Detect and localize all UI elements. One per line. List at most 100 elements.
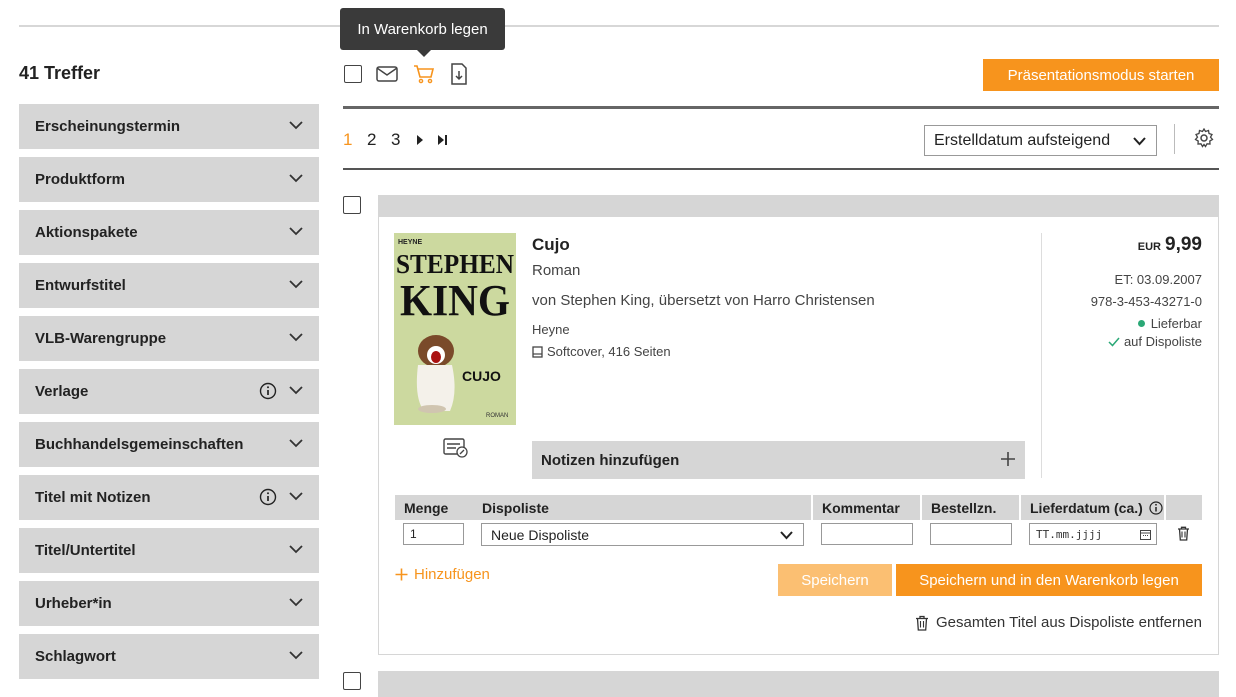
quantity-input[interactable]: 1 [403, 523, 464, 545]
col-header-bestellnr: Bestellzn. [922, 495, 1019, 520]
toolbar-divider [343, 106, 1219, 109]
add-notes-label: Notizen hinzufügen [541, 451, 680, 469]
next-item-checkbox[interactable] [343, 672, 361, 690]
detail-divider [1041, 233, 1042, 478]
next-page-icon[interactable] [415, 133, 425, 149]
price-value: 9,99 [1165, 234, 1202, 255]
save-and-cart-button[interactable]: Speichern und in den Warenkorb legen [896, 564, 1202, 596]
page-2-link[interactable]: 2 [367, 130, 376, 150]
sort-separator [1174, 124, 1175, 154]
book-cover-image[interactable]: HEYNE STEPHEN KING CUJO ROMAN [394, 233, 516, 425]
remove-title-label: Gesamten Titel aus Dispoliste entfernen [936, 614, 1202, 631]
chevron-down-icon [289, 598, 303, 607]
dispo-status-text: auf Dispoliste [1123, 334, 1202, 349]
availability-status: Lieferbar [1137, 316, 1202, 331]
facet-label: Titel mit Notizen [35, 489, 151, 506]
settings-gear-icon[interactable] [1194, 127, 1214, 151]
tooltip-text: In Warenkorb legen [357, 20, 488, 38]
cart-tooltip: In Warenkorb legen [340, 8, 505, 57]
next-item-header [378, 671, 1219, 697]
chevron-down-icon [289, 227, 303, 236]
chevron-down-icon [289, 492, 303, 501]
save-and-cart-label: Speichern und in den Warenkorb legen [919, 571, 1179, 589]
last-page-icon[interactable] [437, 133, 449, 149]
facet-label: Urheber*in [35, 595, 112, 612]
cart-icon[interactable] [413, 63, 435, 85]
add-row-button[interactable]: Hinzufügen [395, 566, 490, 583]
facet-label: Aktionspakete [35, 224, 138, 241]
item-format: Softcover, 416 Seiten [532, 344, 671, 359]
facet-buchhandelsgemeinschaften[interactable]: Buchhandelsgemeinschaften [19, 422, 319, 467]
mail-icon[interactable] [376, 63, 398, 85]
add-row-label: Hinzufügen [414, 566, 490, 583]
info-icon[interactable] [1149, 500, 1163, 515]
sort-selected-value: Erstelldatum aufsteigend [934, 131, 1111, 149]
facet-titel-mit-notizen[interactable]: Titel mit Notizen [19, 475, 319, 520]
facet-label: Entwurfstitel [35, 277, 126, 294]
comment-input[interactable] [821, 523, 913, 545]
plus-icon [1001, 452, 1015, 466]
dispoliste-select[interactable]: Neue Dispoliste [481, 523, 804, 546]
remove-title-button[interactable]: Gesamten Titel aus Dispoliste entfernen [915, 614, 1202, 631]
chevron-down-icon [289, 174, 303, 183]
facet-entwurfstitel[interactable]: Entwurfstitel [19, 263, 319, 308]
delete-row-icon[interactable] [1177, 526, 1190, 544]
save-label: Speichern [801, 571, 869, 589]
item-publisher: Heyne [532, 322, 570, 337]
check-icon [1108, 337, 1120, 347]
item-price: EUR 9,99 [1138, 234, 1202, 256]
item-authors: von Stephen King, übersetzt von Harro Ch… [532, 292, 875, 309]
sort-select[interactable]: Erstelldatum aufsteigend [924, 125, 1157, 156]
delivery-date-placeholder: TT.mm.jjjj [1036, 527, 1103, 541]
facet-label: Buchhandelsgemeinschaften [35, 436, 244, 453]
release-date: ET: 03.09.2007 [1114, 272, 1202, 287]
info-icon[interactable] [259, 382, 277, 400]
chevron-down-icon [289, 651, 303, 660]
item-subtitle: Roman [532, 262, 581, 279]
page-3-link[interactable]: 3 [391, 130, 400, 150]
price-currency: EUR [1137, 241, 1162, 253]
plus-icon [395, 568, 408, 581]
dispoliste-selected: Neue Dispoliste [491, 526, 590, 543]
delivery-date-input[interactable]: TT.mm.jjjj [1029, 523, 1157, 545]
facet-label: VLB-Warengruppe [35, 330, 167, 347]
chevron-down-icon [780, 531, 793, 540]
facet-aktionspakete[interactable]: Aktionspakete [19, 210, 319, 255]
chevron-down-icon [289, 545, 303, 554]
page-1-link[interactable]: 1 [343, 130, 352, 150]
save-button[interactable]: Speichern [778, 564, 892, 596]
availability-text: Lieferbar [1150, 316, 1202, 331]
facet-produktform[interactable]: Produktform [19, 157, 319, 202]
calendar-icon[interactable] [1140, 529, 1151, 540]
chevron-down-icon [289, 280, 303, 289]
col-header-actions [1166, 495, 1202, 520]
add-notes-panel[interactable]: Notizen hinzufügen [532, 441, 1025, 479]
edit-card-icon[interactable] [443, 438, 468, 461]
col-header-menge: Menge [395, 495, 475, 520]
facet-verlage[interactable]: Verlage [19, 369, 319, 414]
presentation-mode-label: Präsentationsmodus starten [1007, 66, 1195, 84]
isbn: 978-3-453-43271-0 [1090, 294, 1202, 309]
facet-erscheinungstermin[interactable]: Erscheinungstermin [19, 104, 319, 149]
item-select-checkbox[interactable] [343, 196, 361, 214]
info-icon[interactable] [259, 488, 277, 506]
results-count: 41 Treffer [19, 63, 101, 83]
cover-book-title: CUJO [462, 368, 501, 384]
item-card-header [378, 195, 1219, 217]
facet-label: Titel/Untertitel [35, 542, 136, 559]
download-icon[interactable] [448, 63, 470, 85]
facet-schlagwort[interactable]: Schlagwort [19, 634, 319, 679]
col-header-lieferdatum-text: Lieferdatum (ca.) [1030, 499, 1143, 516]
select-all-checkbox[interactable] [342, 63, 364, 85]
order-number-input[interactable] [930, 523, 1012, 545]
facet-label: Produktform [35, 171, 125, 188]
presentation-mode-button[interactable]: Präsentationsmodus starten [983, 59, 1219, 91]
facet-vlb-warengruppe[interactable]: VLB-Warengruppe [19, 316, 319, 361]
facet-titel-untertitel[interactable]: Titel/Untertitel [19, 528, 319, 573]
cover-author-first: STEPHEN [396, 249, 514, 279]
chevron-down-icon [1133, 137, 1146, 146]
item-title[interactable]: Cujo [532, 235, 570, 255]
chevron-down-icon [289, 386, 303, 395]
facet-urheber-in[interactable]: Urheber*in [19, 581, 319, 626]
cover-kind: ROMAN [486, 413, 508, 419]
